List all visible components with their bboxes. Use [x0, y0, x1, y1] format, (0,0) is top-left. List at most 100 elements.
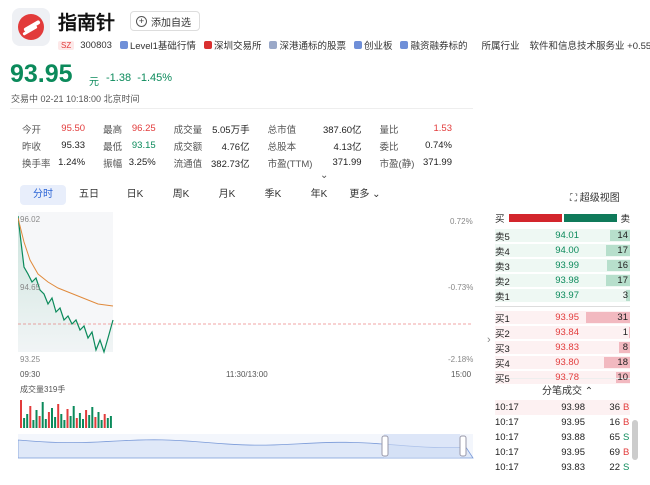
- expand-stats-chevron-icon[interactable]: ⌄: [320, 170, 328, 181]
- tab-monthly-k[interactable]: 月K: [204, 185, 250, 205]
- tab-intraday[interactable]: 分时: [20, 185, 66, 205]
- level-volume: 16: [617, 260, 628, 271]
- stat-label: 总市值: [267, 124, 297, 136]
- stat-value: 4.76亿: [221, 141, 250, 153]
- volume-label: 成交量319手: [20, 384, 65, 394]
- trade-time: 10:17: [495, 462, 519, 473]
- level-price: 94.00: [555, 245, 579, 256]
- date-label: 02-19: [236, 461, 257, 462]
- trade-volume: 65: [609, 432, 620, 443]
- level-price: 93.97: [555, 290, 579, 301]
- trade-side: S: [623, 462, 630, 473]
- trade-row: 10:17 93.95 16 B: [495, 415, 630, 430]
- exchange-badge: SZ: [58, 40, 75, 50]
- tab-weekly-k[interactable]: 周K: [158, 185, 204, 205]
- trade-side: B: [623, 402, 630, 413]
- stat-value: 96.25: [131, 123, 156, 134]
- bid-row[interactable]: 买5 93.78 10: [495, 370, 630, 385]
- pct-axis-bottom: -2.18%: [448, 355, 473, 364]
- stat-label: 市盈(TTM): [267, 158, 313, 170]
- depth-bar: [628, 327, 630, 338]
- stat-label: 今开: [22, 124, 42, 136]
- stat-label: 最低: [103, 141, 123, 153]
- buy-ratio-bar: [508, 213, 563, 222]
- volume-bar: [60, 414, 63, 428]
- divider: [10, 108, 473, 109]
- intraday-chart[interactable]: 96.02 94.65 93.25 0.72% -0.73% -2.18% 09…: [18, 212, 478, 462]
- stat-value: 0.74%: [425, 140, 452, 151]
- level-label: 买4: [495, 358, 510, 370]
- ask-row[interactable]: 卖2 93.98 17: [495, 273, 630, 288]
- sell-label: 卖: [620, 213, 630, 225]
- volume-bar: [75, 418, 78, 428]
- trade-volume: 22: [609, 462, 620, 473]
- trade-row: 10:17 93.88 65 S: [495, 430, 630, 445]
- level-volume: 1: [622, 327, 628, 338]
- stock-name: 指南针: [58, 13, 116, 34]
- tag-chinext[interactable]: 创业板: [353, 38, 392, 52]
- trade-price: 93.98: [561, 402, 585, 413]
- chevron-down-icon: ⌄: [369, 189, 381, 200]
- tab-yearly-k[interactable]: 年K: [296, 185, 342, 205]
- stat-value: 93.15: [131, 140, 156, 151]
- add-watchlist-button[interactable]: + 添加自选: [130, 11, 200, 31]
- bid-row[interactable]: 买1 93.95 31: [495, 310, 630, 325]
- volume-bar: [103, 414, 106, 428]
- volume-bar: [72, 406, 75, 428]
- volume-bar: [82, 419, 84, 428]
- trade-price: 93.83: [561, 462, 585, 473]
- tab-daily-k[interactable]: 日K: [112, 185, 158, 205]
- tag-margin[interactable]: 融资融券标的: [400, 38, 468, 52]
- bid-row[interactable]: 买2 93.84 1: [495, 325, 630, 340]
- level-label: 买5: [495, 373, 510, 385]
- volume-bar: [47, 412, 50, 428]
- volume-bar: [88, 415, 91, 428]
- navigator-left-handle[interactable]: [381, 435, 389, 457]
- volume-bar: [66, 409, 69, 428]
- stat-value: 371.99: [332, 157, 362, 168]
- szse-icon: [203, 41, 212, 49]
- ask-row[interactable]: 卖1 93.97 3: [495, 288, 630, 303]
- tab-quarterly-k[interactable]: 季K: [250, 185, 296, 205]
- trade-time: 10:17: [495, 432, 519, 443]
- add-watchlist-label: 添加自选: [151, 17, 191, 29]
- stat-label: 量比: [379, 124, 399, 136]
- stat-label: 昨收: [22, 141, 42, 153]
- level-label: 卖1: [495, 291, 510, 303]
- trades-header[interactable]: 分笔成交 ⌃: [542, 382, 593, 397]
- ask-row[interactable]: 卖5 94.01 14: [495, 228, 630, 243]
- industry-label: 所属行业: [481, 41, 520, 52]
- order-book-ratio: 买 卖: [495, 210, 630, 225]
- stat-label: 振幅: [103, 158, 123, 170]
- sell-ratio-bar: [564, 213, 618, 222]
- level-price: 93.99: [555, 260, 579, 271]
- level-price: 93.80: [555, 357, 579, 368]
- tab-five-day[interactable]: 五日: [66, 185, 112, 205]
- tab-more[interactable]: 更多 ⌄: [342, 185, 388, 205]
- x-axis-mid: 11:30/13:00: [226, 370, 268, 379]
- volume-bar: [20, 400, 22, 428]
- level-label: 卖5: [495, 231, 510, 243]
- tag-hk-connect[interactable]: 深港通标的股票: [269, 38, 346, 52]
- plus-icon: +: [136, 15, 147, 27]
- date-label: 02-21: [416, 461, 437, 462]
- scrollbar[interactable]: [632, 420, 638, 460]
- trade-time: 10:17: [495, 417, 519, 428]
- trade-price: 93.88: [561, 432, 585, 443]
- tag-level1[interactable]: Level1基础行情: [119, 38, 196, 52]
- bid-row[interactable]: 买3 93.83 8: [495, 340, 630, 355]
- ask-row[interactable]: 卖4 94.00 17: [495, 243, 630, 258]
- bid-row[interactable]: 买4 93.80 18: [495, 355, 630, 370]
- super-view-button[interactable]: ⛶ 超级视图: [570, 189, 620, 204]
- navigator-window[interactable]: [384, 434, 460, 458]
- ask-row[interactable]: 卖3 93.99 16: [495, 258, 630, 273]
- industry-value[interactable]: 软件和信息技术服务业 +0.55: [530, 38, 650, 52]
- volume-bar: [51, 408, 53, 428]
- y-axis-top: 96.02: [20, 215, 41, 224]
- tag-szse[interactable]: 深圳交易所: [203, 38, 261, 52]
- current-price: 93.95: [10, 60, 73, 88]
- collapse-chevron-icon[interactable]: ›: [487, 334, 491, 346]
- stat-value: 5.05万手: [212, 124, 250, 136]
- navigator-right-handle[interactable]: [459, 435, 467, 457]
- stat-value: 95.50: [61, 123, 86, 134]
